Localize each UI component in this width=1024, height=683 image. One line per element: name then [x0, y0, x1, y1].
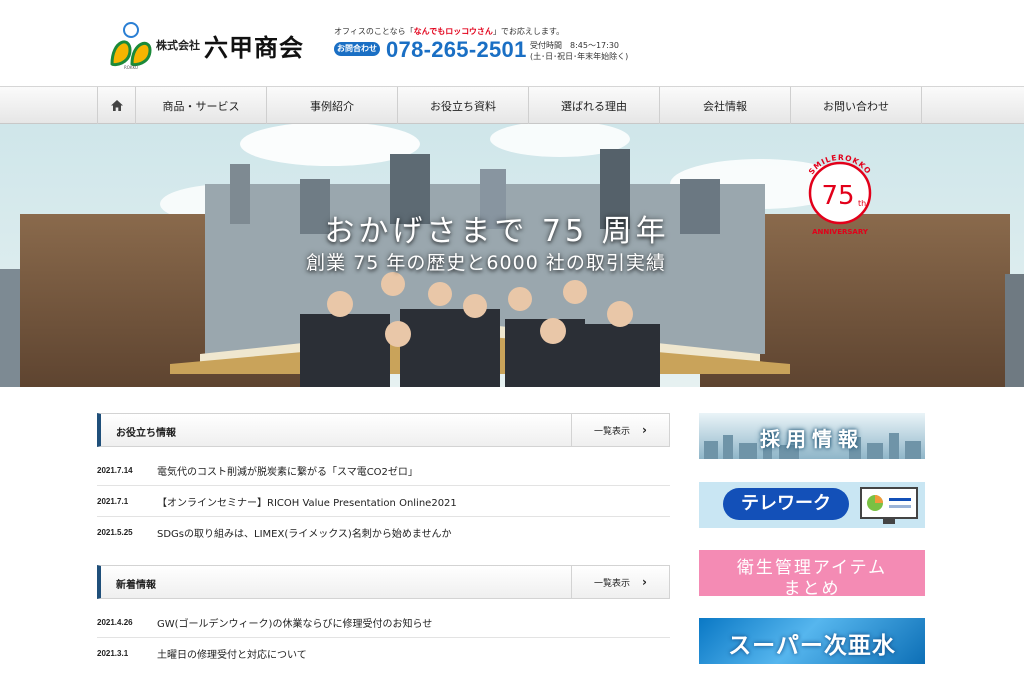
nav-case-studies[interactable]: 事例紹介: [267, 87, 398, 124]
news-date: 2021.7.1: [97, 496, 129, 506]
news-date: 2021.5.25: [97, 528, 133, 537]
news-date: 2021.4.26: [97, 617, 133, 627]
list-item[interactable]: 2021.4.26 GW(ゴールデンウィーク)の休業ならびに修理受付のお知らせ: [97, 607, 670, 638]
business-hours: 受付時間 8:45～17:30 (土･日･祝日･年末年始除く): [530, 41, 629, 61]
useful-info-title: お役立ち情報: [116, 428, 176, 439]
site-header: ROKKO 株式会社 六甲商会 オフィスのことなら「なんでもロッコウさん」でお応…: [0, 0, 1024, 86]
contact-block: オフィスのことなら「なんでもロッコウさん」でお応えします。 お問合わせ 078-…: [334, 26, 654, 66]
nav-products-services[interactable]: 商品・サービス: [136, 87, 267, 124]
svg-text:ROKKO: ROKKO: [124, 65, 138, 70]
phone-number[interactable]: 078-265-2501: [386, 37, 527, 63]
news-header: 新着情報 一覧表示 ›: [97, 565, 670, 599]
nav-resources[interactable]: お役立ち資料: [398, 87, 529, 124]
badge-number: 75: [821, 181, 854, 211]
super-water-banner-label: スーパー次亜水: [728, 633, 896, 659]
header-tagline: オフィスのことなら「なんでもロッコウさん」でお応えします。: [334, 27, 565, 36]
useful-info-more-button[interactable]: 一覧表示 ›: [571, 414, 669, 446]
anniversary-badge-icon: SMILEROKKO 75 th ANNIVERSARY: [807, 153, 872, 236]
recruit-banner[interactable]: 採用情報: [699, 413, 925, 459]
badge-anniversary: ANNIVERSARY: [812, 228, 869, 236]
recruit-banner-label: 採用情報: [760, 427, 864, 451]
hygiene-items-banner[interactable]: 衛生管理アイテム まとめ: [699, 550, 925, 596]
news-date: 2021.7.14: [97, 465, 133, 475]
news-link[interactable]: GW(ゴールデンウィーク)の休業ならびに修理受付のお知らせ: [157, 615, 432, 630]
news-link[interactable]: 【オンラインセミナー】RICOH Value Presentation Onli…: [157, 494, 457, 509]
hygiene-banner-line2: まとめ: [783, 579, 841, 596]
list-item[interactable]: 2021.7.1 【オンラインセミナー】RICOH Value Presenta…: [97, 486, 670, 517]
news-date: 2021.3.1: [97, 649, 129, 658]
phone-badge: お問合わせ: [334, 42, 380, 56]
telework-banner-label: テレワーク: [723, 488, 849, 520]
useful-info-header: お役立ち情報 一覧表示 ›: [97, 413, 670, 447]
badge-th: th: [858, 199, 866, 208]
nav-home[interactable]: [98, 87, 136, 124]
monitor-icon: [860, 487, 918, 524]
list-item[interactable]: 2021.3.1 土曜日の修理受付と対応について: [97, 638, 670, 669]
hero-subtitle: 創業 75 年の歴史と6000 社の取引実績: [306, 252, 666, 274]
list-item[interactable]: 2021.5.25 SDGsの取り組みは、LIMEX(ライメックス)名刺から始め…: [97, 517, 670, 548]
nav-reasons[interactable]: 選ばれる理由: [529, 87, 660, 124]
logo-company-type: 株式会社: [156, 39, 200, 52]
list-item[interactable]: 2021.7.14 電気代のコスト削減が脱炭素に繋がる「スマ電CO2ゼロ」: [97, 455, 670, 486]
news-link[interactable]: 土曜日の修理受付と対応について: [157, 646, 307, 661]
global-nav: 商品・サービス 事例紹介 お役立ち資料 選ばれる理由 会社情報 お問い合わせ: [0, 86, 1024, 124]
super-water-banner[interactable]: スーパー次亜水: [699, 618, 925, 664]
logo-mark-icon: ROKKO: [110, 22, 152, 70]
home-icon: [110, 100, 123, 111]
news-link[interactable]: 電気代のコスト削減が脱炭素に繋がる「スマ電CO2ゼロ」: [157, 463, 418, 478]
news-more-button[interactable]: 一覧表示 ›: [571, 566, 669, 598]
news-link[interactable]: SDGsの取り組みは、LIMEX(ライメックス)名刺から始めませんか: [157, 525, 452, 540]
telework-banner[interactable]: テレワーク: [699, 482, 925, 528]
chevron-right-icon: ›: [642, 423, 647, 437]
logo-company-name: 六甲商会: [204, 33, 304, 62]
chevron-right-icon: ›: [642, 575, 647, 589]
news-title: 新着情報: [116, 580, 156, 591]
nav-company-info[interactable]: 会社情報: [660, 87, 791, 124]
nav-contact[interactable]: お問い合わせ: [791, 87, 922, 124]
company-logo[interactable]: ROKKO 株式会社 六甲商会: [108, 20, 308, 72]
hero-banner[interactable]: おかげさまで 75 周年 創業 75 年の歴史と6000 社の取引実績 SMIL…: [0, 124, 1024, 387]
